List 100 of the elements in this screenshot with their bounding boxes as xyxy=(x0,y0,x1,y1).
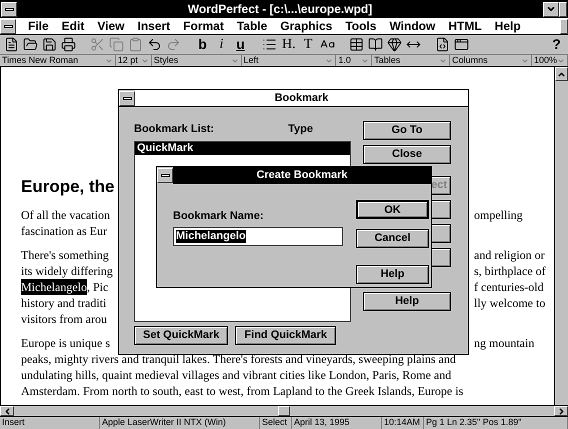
body-text: f centuries-old xyxy=(474,279,544,295)
dropdown-field[interactable]: 100% xyxy=(532,55,568,66)
toolbar-button[interactable]: i xyxy=(213,36,230,53)
dialog-button[interactable]: Help xyxy=(363,292,451,311)
status-field: Pg 1 Ln 2.35" Pos 1.89" xyxy=(424,417,568,429)
body-text: Of all the vacation xyxy=(21,207,110,223)
bullet-list-icon xyxy=(262,37,277,52)
dialog-button[interactable]: Go To xyxy=(363,121,451,140)
toolbar-button[interactable] xyxy=(366,36,384,53)
dialog-button[interactable]: Set QuickMark xyxy=(134,326,228,344)
menu-item[interactable]: File xyxy=(28,17,49,35)
status-field: April 13, 1995 xyxy=(292,417,382,429)
dialog-button[interactable]: Find QuickMark xyxy=(235,326,336,344)
body-text: and religion or xyxy=(474,247,545,263)
table-icon xyxy=(348,37,364,52)
minimize-button[interactable] xyxy=(543,2,559,16)
toolbar-button[interactable]: ? xyxy=(548,36,565,53)
menu-item[interactable]: Window xyxy=(389,17,436,35)
column-header: Type xyxy=(288,122,313,137)
menu-item[interactable]: Table xyxy=(236,17,268,35)
body-text: lly welcome to xyxy=(474,295,546,311)
body-text: history and traditi xyxy=(21,295,106,311)
status-field: Apple LaserWriter II NTX (Win) xyxy=(100,417,260,429)
bookmark-name-field[interactable]: Michelangelo xyxy=(173,226,343,246)
dropdown-field[interactable]: Times New Roman xyxy=(0,55,116,66)
body-text: visitors from arou xyxy=(21,311,107,327)
menu-item[interactable]: Help xyxy=(494,17,521,35)
scroll-up-button[interactable] xyxy=(555,67,568,81)
toolbar-button[interactable] xyxy=(22,36,39,53)
toolbar-button[interactable] xyxy=(3,36,20,53)
system-menu-button[interactable] xyxy=(1,2,17,16)
dialog-button[interactable]: Close xyxy=(363,145,451,164)
undo-icon xyxy=(147,37,162,52)
dropdown-field[interactable]: Styles xyxy=(152,55,242,66)
toolbar-button[interactable]: u xyxy=(232,36,249,53)
new-document-icon xyxy=(4,37,19,52)
status-field: Select xyxy=(260,417,292,429)
copy-icon xyxy=(109,37,124,52)
toolbar-button[interactable] xyxy=(41,36,58,53)
dropdown-field[interactable]: 1.0 xyxy=(336,55,372,66)
field-label: Bookmark Name: xyxy=(173,209,264,224)
status-field: Insert xyxy=(0,417,100,429)
status-field: 10:14AM xyxy=(382,417,424,429)
system-menu-button[interactable] xyxy=(157,168,173,183)
body-text: ng mountain xyxy=(474,335,534,351)
body-text: s, birthplace of xyxy=(474,263,546,279)
dropdown-field[interactable]: Tables xyxy=(372,55,450,66)
menu-item[interactable]: Format xyxy=(183,17,224,35)
save-icon xyxy=(42,37,57,52)
body-text: its widely differing xyxy=(21,263,113,279)
selected-text: Michelangelo xyxy=(21,279,87,295)
toolbar-button[interactable] xyxy=(386,36,403,53)
open-folder-icon xyxy=(23,37,38,52)
system-menu-button[interactable] xyxy=(119,90,135,106)
html-document-icon xyxy=(434,37,450,52)
book-icon xyxy=(368,37,383,52)
maximize-button[interactable] xyxy=(559,2,567,16)
document-menu-button[interactable] xyxy=(0,18,16,34)
toolbar-button[interactable]: H. xyxy=(280,36,298,53)
body-text: , Pic xyxy=(86,279,108,295)
dropdown-field[interactable]: Left xyxy=(242,55,336,66)
scissors-icon xyxy=(90,37,105,52)
toolbar-button[interactable]: b xyxy=(194,36,211,53)
horizontal-scrollbar[interactable] xyxy=(0,405,568,417)
menu-item[interactable]: Graphics xyxy=(280,17,332,35)
menu-item[interactable]: Insert xyxy=(137,17,170,35)
redo-icon xyxy=(166,37,181,52)
body-text: There's something xyxy=(21,247,109,263)
dialog-title: Create Bookmark xyxy=(173,167,431,184)
dialog-button[interactable]: Cancel xyxy=(356,228,429,248)
menu-item[interactable]: HTML xyxy=(448,17,482,35)
dialog-button[interactable]: OK xyxy=(356,200,429,219)
body-text: peaks, mighty rivers and tranquil lakes. There's forests and vineyards, sweeping plains and xyxy=(21,351,456,367)
toolbar-button[interactable] xyxy=(348,36,365,53)
body-text: ompelling xyxy=(474,207,523,223)
diamond-icon xyxy=(386,37,402,52)
window-icon xyxy=(454,37,469,52)
vertical-scrollbar[interactable] xyxy=(554,67,568,405)
menu-item[interactable]: Edit xyxy=(62,17,84,35)
list-label: Bookmark List: xyxy=(134,122,214,137)
menu-item[interactable]: Tools xyxy=(345,17,376,35)
dialog-button[interactable]: Help xyxy=(356,264,429,284)
printer-icon xyxy=(61,37,76,52)
toolbar-button[interactable]: T xyxy=(300,36,317,53)
body-text: Amsterdam. From north to south, east to west, from Lapland to the Greek Islands, Europe is xyxy=(21,383,464,399)
dropdown-field[interactable]: Columns xyxy=(450,55,532,66)
toolbar-button[interactable] xyxy=(60,36,77,53)
list-item[interactable]: QuickMark xyxy=(135,142,350,154)
dropdown-field[interactable]: 12 pt xyxy=(116,55,152,66)
body-text: undulating hills, quaint medieval villages and vibrant cities like London, Paris, Rome and xyxy=(21,367,452,383)
scroll-thumb[interactable] xyxy=(278,406,290,416)
restore-button[interactable] xyxy=(560,18,568,34)
toolbar-button[interactable] xyxy=(146,36,163,53)
clipboard-icon xyxy=(128,37,143,52)
toolbar-button[interactable] xyxy=(452,36,470,53)
document-heading: Europe, the xyxy=(21,177,115,197)
menu-item[interactable]: View xyxy=(97,17,124,35)
dialog-title: Bookmark xyxy=(135,90,468,106)
window-title: WordPerfect - [c:\...\europe.wpd] xyxy=(186,1,374,18)
body-text: Europe is unique s xyxy=(21,335,110,351)
